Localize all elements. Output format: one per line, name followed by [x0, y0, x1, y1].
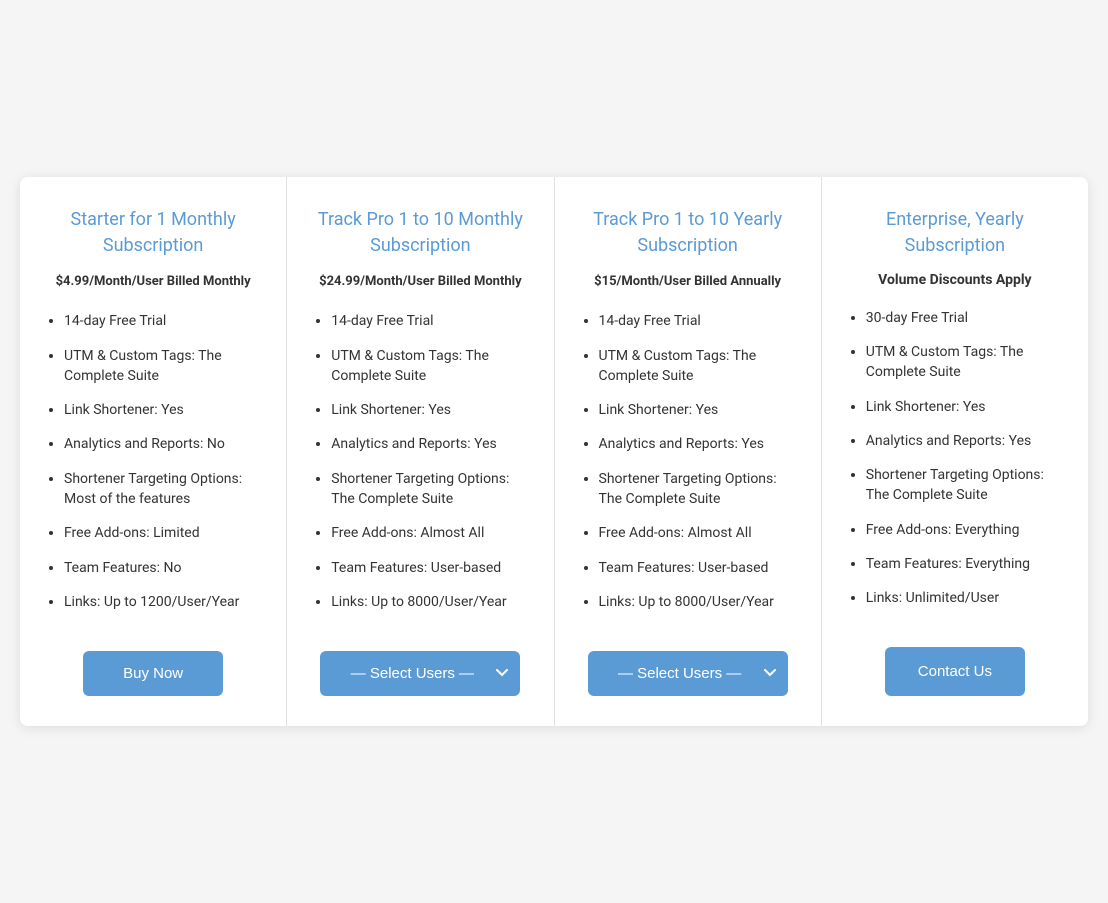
plan-price-track-pro-monthly: $24.99/Month/User Billed Monthly [319, 272, 522, 292]
plan-price-starter: $4.99/Month/User Billed Monthly [56, 272, 251, 292]
list-item: Shortener Targeting Options: Most of the… [64, 469, 262, 510]
list-item: Links: Up to 8000/User/Year [331, 592, 529, 612]
plan-features-starter: 14-day Free Trial UTM & Custom Tags: The … [44, 311, 262, 626]
list-item: Analytics and Reports: Yes [331, 434, 529, 454]
list-item: Free Add-ons: Limited [64, 523, 262, 543]
plan-features-enterprise: 30-day Free Trial UTM & Custom Tags: The … [846, 308, 1064, 623]
list-item: UTM & Custom Tags: The Complete Suite [866, 342, 1064, 383]
list-item: Links: Unlimited/User [866, 588, 1064, 608]
list-item: Analytics and Reports: Yes [866, 431, 1064, 451]
plan-action-track-pro-yearly: — Select Users —1 User2 Users3 Users4 Us… [579, 651, 797, 696]
pricing-container: Starter for 1 Monthly Subscription $4.99/… [20, 177, 1088, 725]
plan-action-track-pro-monthly: — Select Users —1 User2 Users3 Users4 Us… [311, 651, 529, 696]
list-item: Free Add-ons: Almost All [331, 523, 529, 543]
plan-card-starter: Starter for 1 Monthly Subscription $4.99/… [20, 177, 287, 725]
list-item: Team Features: User-based [599, 558, 797, 578]
plan-card-track-pro-monthly: Track Pro 1 to 10 Monthly Subscription $2… [287, 177, 554, 725]
list-item: 14-day Free Trial [599, 311, 797, 331]
plan-features-track-pro-yearly: 14-day Free Trial UTM & Custom Tags: The … [579, 311, 797, 626]
list-item: UTM & Custom Tags: The Complete Suite [64, 346, 262, 387]
plan-features-track-pro-monthly: 14-day Free Trial UTM & Custom Tags: The … [311, 311, 529, 626]
plan-title-track-pro-yearly: Track Pro 1 to 10 Yearly Subscription [579, 207, 797, 257]
list-item: Link Shortener: Yes [866, 397, 1064, 417]
plan-card-track-pro-yearly: Track Pro 1 to 10 Yearly Subscription $15… [555, 177, 822, 725]
list-item: Link Shortener: Yes [331, 400, 529, 420]
list-item: Shortener Targeting Options: The Complet… [599, 469, 797, 510]
list-item: Free Add-ons: Everything [866, 520, 1064, 540]
plan-volume-note-enterprise: Volume Discounts Apply [878, 272, 1031, 288]
list-item: Link Shortener: Yes [599, 400, 797, 420]
list-item: Shortener Targeting Options: The Complet… [866, 465, 1064, 506]
plan-title-starter: Starter for 1 Monthly Subscription [44, 207, 262, 257]
list-item: Free Add-ons: Almost All [599, 523, 797, 543]
buy-now-button[interactable]: Buy Now [83, 651, 223, 696]
plan-action-enterprise: Contact Us [846, 647, 1064, 696]
list-item: Link Shortener: Yes [64, 400, 262, 420]
list-item: 14-day Free Trial [64, 311, 262, 331]
list-item: Analytics and Reports: Yes [599, 434, 797, 454]
list-item: Links: Up to 1200/User/Year [64, 592, 262, 612]
plan-price-track-pro-yearly: $15/Month/User Billed Annually [594, 272, 781, 292]
plan-card-enterprise: Enterprise, Yearly Subscription Volume Di… [822, 177, 1088, 725]
list-item: UTM & Custom Tags: The Complete Suite [331, 346, 529, 387]
list-item: 30-day Free Trial [866, 308, 1064, 328]
list-item: Team Features: No [64, 558, 262, 578]
select-users-dropdown[interactable]: — Select Users —1 User2 Users3 Users4 Us… [588, 651, 788, 696]
list-item: Analytics and Reports: No [64, 434, 262, 454]
contact-us-button[interactable]: Contact Us [885, 647, 1025, 696]
list-item: UTM & Custom Tags: The Complete Suite [599, 346, 797, 387]
list-item: Links: Up to 8000/User/Year [599, 592, 797, 612]
plan-action-starter: Buy Now [44, 651, 262, 696]
select-users-dropdown[interactable]: — Select Users —1 User2 Users3 Users4 Us… [320, 651, 520, 696]
plan-title-enterprise: Enterprise, Yearly Subscription [846, 207, 1064, 257]
list-item: Shortener Targeting Options: The Complet… [331, 469, 529, 510]
plan-title-track-pro-monthly: Track Pro 1 to 10 Monthly Subscription [311, 207, 529, 257]
list-item: 14-day Free Trial [331, 311, 529, 331]
list-item: Team Features: User-based [331, 558, 529, 578]
list-item: Team Features: Everything [866, 554, 1064, 574]
